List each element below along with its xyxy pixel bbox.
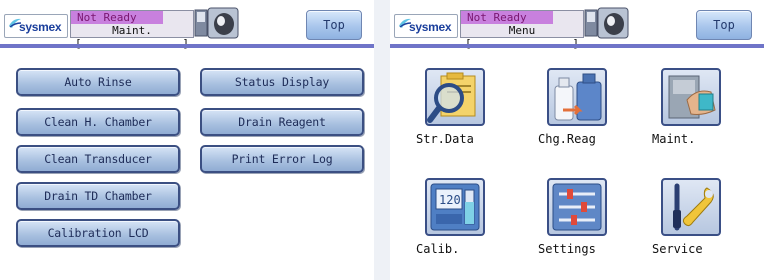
maintenance-screen: sysmex Not Ready [ Maint. ] Top Auto Rin… — [0, 0, 374, 280]
menu-item-change-reagent[interactable]: Chg.Reag — [538, 68, 628, 178]
top-button[interactable]: Top — [696, 10, 752, 40]
menu-item-label: Service — [652, 242, 703, 256]
status-display-button[interactable]: Status Display — [200, 68, 364, 96]
clean-h-chamber-button[interactable]: Clean H. Chamber — [16, 108, 180, 136]
settings-sliders-icon — [547, 178, 607, 236]
menu-item-label: Settings — [538, 242, 596, 256]
sysmex-logo: sysmex — [4, 14, 68, 38]
clean-transducer-button[interactable]: Clean Transducer — [16, 145, 180, 173]
menu-item-service[interactable]: Service — [652, 178, 742, 280]
header-bar: sysmex Not Ready [ Menu ] Top — [390, 0, 764, 50]
mode-label: Maint. — [112, 24, 152, 37]
menu-item-label: Chg.Reag — [538, 132, 596, 146]
menu-screen: sysmex Not Ready [ Menu ] Top — [390, 0, 764, 280]
svg-text:120: 120 — [439, 193, 461, 207]
menu-item-label: Calib. — [416, 242, 460, 256]
calibration-icon: 120 — [425, 178, 485, 236]
change-reagent-bottles-icon — [547, 68, 607, 126]
status-display: Not Ready [ Menu ] — [460, 10, 584, 50]
logo-text: sysmex — [409, 20, 452, 34]
maintenance-cleaning-icon — [661, 68, 721, 126]
drain-reagent-button[interactable]: Drain Reagent — [200, 108, 364, 136]
mode-field: [ Maint. ] — [73, 24, 191, 50]
print-error-log-button[interactable]: Print Error Log — [200, 145, 364, 173]
menu-item-stored-data[interactable]: Str.Data — [416, 68, 506, 178]
status-text: Not Ready — [71, 11, 163, 24]
sysmex-logo: sysmex — [394, 14, 458, 38]
header-divider — [390, 44, 764, 48]
printer-disk-icon — [584, 7, 629, 39]
printer-disk-icon — [194, 7, 239, 39]
auto-rinse-button[interactable]: Auto Rinse — [16, 68, 180, 96]
drain-td-chamber-button[interactable]: Drain TD Chamber — [16, 182, 180, 210]
menu-item-label: Maint. — [652, 132, 696, 146]
mode-label: Menu — [508, 24, 536, 37]
menu-item-settings[interactable]: Settings — [538, 178, 628, 280]
menu-item-calibration[interactable]: 120 Calib. — [416, 178, 506, 280]
menu-item-maintenance[interactable]: Maint. — [652, 68, 742, 178]
status-text: Not Ready — [461, 11, 553, 24]
top-button[interactable]: Top — [306, 10, 362, 40]
stored-data-magnifier-icon — [425, 68, 485, 126]
calibration-lcd-button[interactable]: Calibration LCD — [16, 219, 180, 247]
menu-item-label: Str.Data — [416, 132, 474, 146]
mode-field: [ Menu ] — [463, 24, 581, 50]
logo-text: sysmex — [19, 20, 62, 34]
service-tools-icon — [661, 178, 721, 236]
header-bar: sysmex Not Ready [ Maint. ] Top — [0, 0, 374, 50]
status-display: Not Ready [ Maint. ] — [70, 10, 194, 50]
header-divider — [0, 44, 374, 48]
